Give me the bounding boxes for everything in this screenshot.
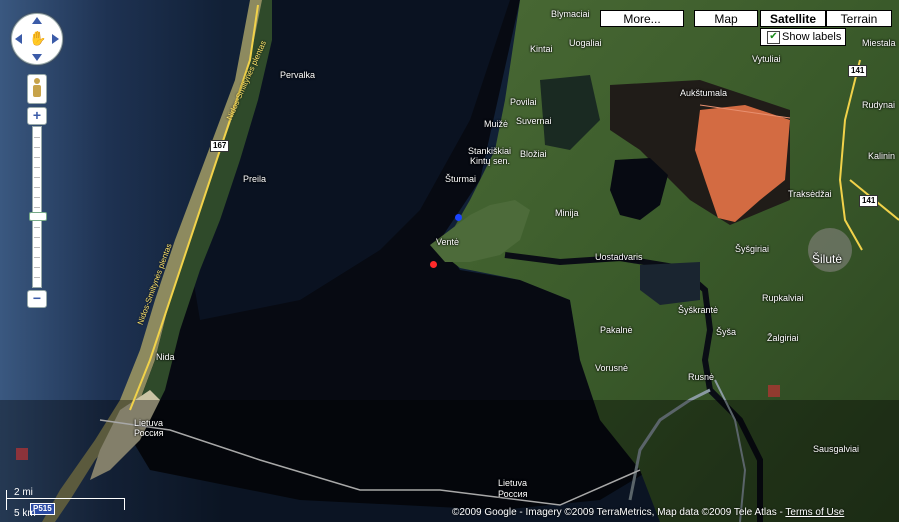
zoom-slider-thumb[interactable] (29, 212, 47, 221)
place-label: Suvernai (516, 116, 552, 126)
pan-up-icon[interactable] (32, 17, 42, 24)
place-label: Šyšgiriai (735, 244, 770, 254)
place-label: Bložiai (520, 149, 547, 159)
road-shield: 167 (210, 140, 230, 152)
zoom-slider-track[interactable] (29, 126, 47, 288)
show-labels-text: Show labels (782, 31, 842, 43)
place-label: Minija (555, 208, 579, 218)
zoom-control[interactable]: + − (27, 74, 47, 310)
place-label: Muižė (484, 119, 509, 129)
more-button[interactable]: More... (600, 10, 684, 27)
checkbox-checked-icon[interactable]: ✔ (767, 31, 780, 44)
zoom-in-button[interactable]: + (27, 107, 47, 125)
satellite-imagery (0, 0, 899, 522)
road-shield: 141 (859, 195, 879, 207)
map-type-terrain-button[interactable]: Terrain (826, 10, 892, 27)
place-label: Šturmai (445, 174, 477, 184)
scale-km: 5 km (14, 508, 36, 519)
hand-icon: ✋ (29, 30, 47, 46)
pan-right-icon[interactable] (52, 34, 59, 44)
place-label: Miestala (862, 38, 896, 48)
city-label: Šilutė (812, 252, 843, 266)
border-label: Россия (498, 489, 528, 499)
place-label: Pervalka (280, 70, 316, 80)
scale-miles: 2 mi (14, 487, 33, 498)
pan-down-icon[interactable] (32, 54, 42, 61)
place-label: Kintų sen. (470, 156, 511, 166)
map-type-map-button[interactable]: Map (694, 10, 758, 27)
border-label: Lietuva (134, 418, 164, 428)
place-label: Šyša (716, 327, 737, 337)
place-label: Pakalnė (600, 325, 633, 335)
satellite-map[interactable]: Blymaciai Kintai Uogaliai Pervalka Povil… (0, 0, 899, 522)
road-shield: 141 (848, 65, 868, 77)
place-label: Sausgalviai (813, 444, 860, 454)
terms-of-use-link[interactable]: Terms of Use (785, 507, 844, 518)
place-label: Vytuliai (752, 54, 781, 64)
place-label: Povilai (510, 97, 537, 107)
map-type-satellite-button[interactable]: Satellite (760, 10, 826, 27)
place-label: Šyškrantė (678, 305, 719, 315)
red-map-marker[interactable] (430, 261, 437, 268)
place-label: Rusnė (688, 372, 715, 382)
show-labels-toggle[interactable]: ✔ Show labels (760, 28, 846, 46)
pegman-icon[interactable] (27, 74, 47, 104)
border-label: Россия (134, 428, 164, 438)
place-label: Nida (156, 352, 175, 362)
place-label: Uogaliai (569, 38, 602, 48)
place-label: Žalgiriai (767, 333, 799, 343)
border-label: Lietuva (498, 478, 528, 488)
copyright-text: ©2009 Google - Imagery ©2009 TerraMetric… (452, 507, 786, 518)
place-label: Rupkalviai (762, 293, 804, 303)
blue-map-marker[interactable] (455, 214, 462, 221)
zoom-out-button[interactable]: − (27, 290, 47, 308)
place-label: Vorusnė (595, 363, 629, 373)
place-label: Ventė (436, 237, 460, 247)
place-label: Kintai (530, 44, 553, 54)
place-label: Blymaciai (551, 9, 590, 19)
place-label: Stankiškiai (468, 146, 512, 156)
place-label: Preila (243, 174, 267, 184)
copyright-notice: ©2009 Google - Imagery ©2009 TerraMetric… (452, 507, 844, 518)
place-label: Kalinin (868, 151, 896, 161)
pan-control[interactable]: ✋ (11, 13, 63, 65)
place-label: Uostadvaris (595, 252, 643, 262)
place-label: Rudynai (862, 100, 896, 110)
place-label: Aukštumala (680, 88, 728, 98)
place-label: Traksėdžai (788, 189, 832, 199)
pan-left-icon[interactable] (15, 34, 22, 44)
